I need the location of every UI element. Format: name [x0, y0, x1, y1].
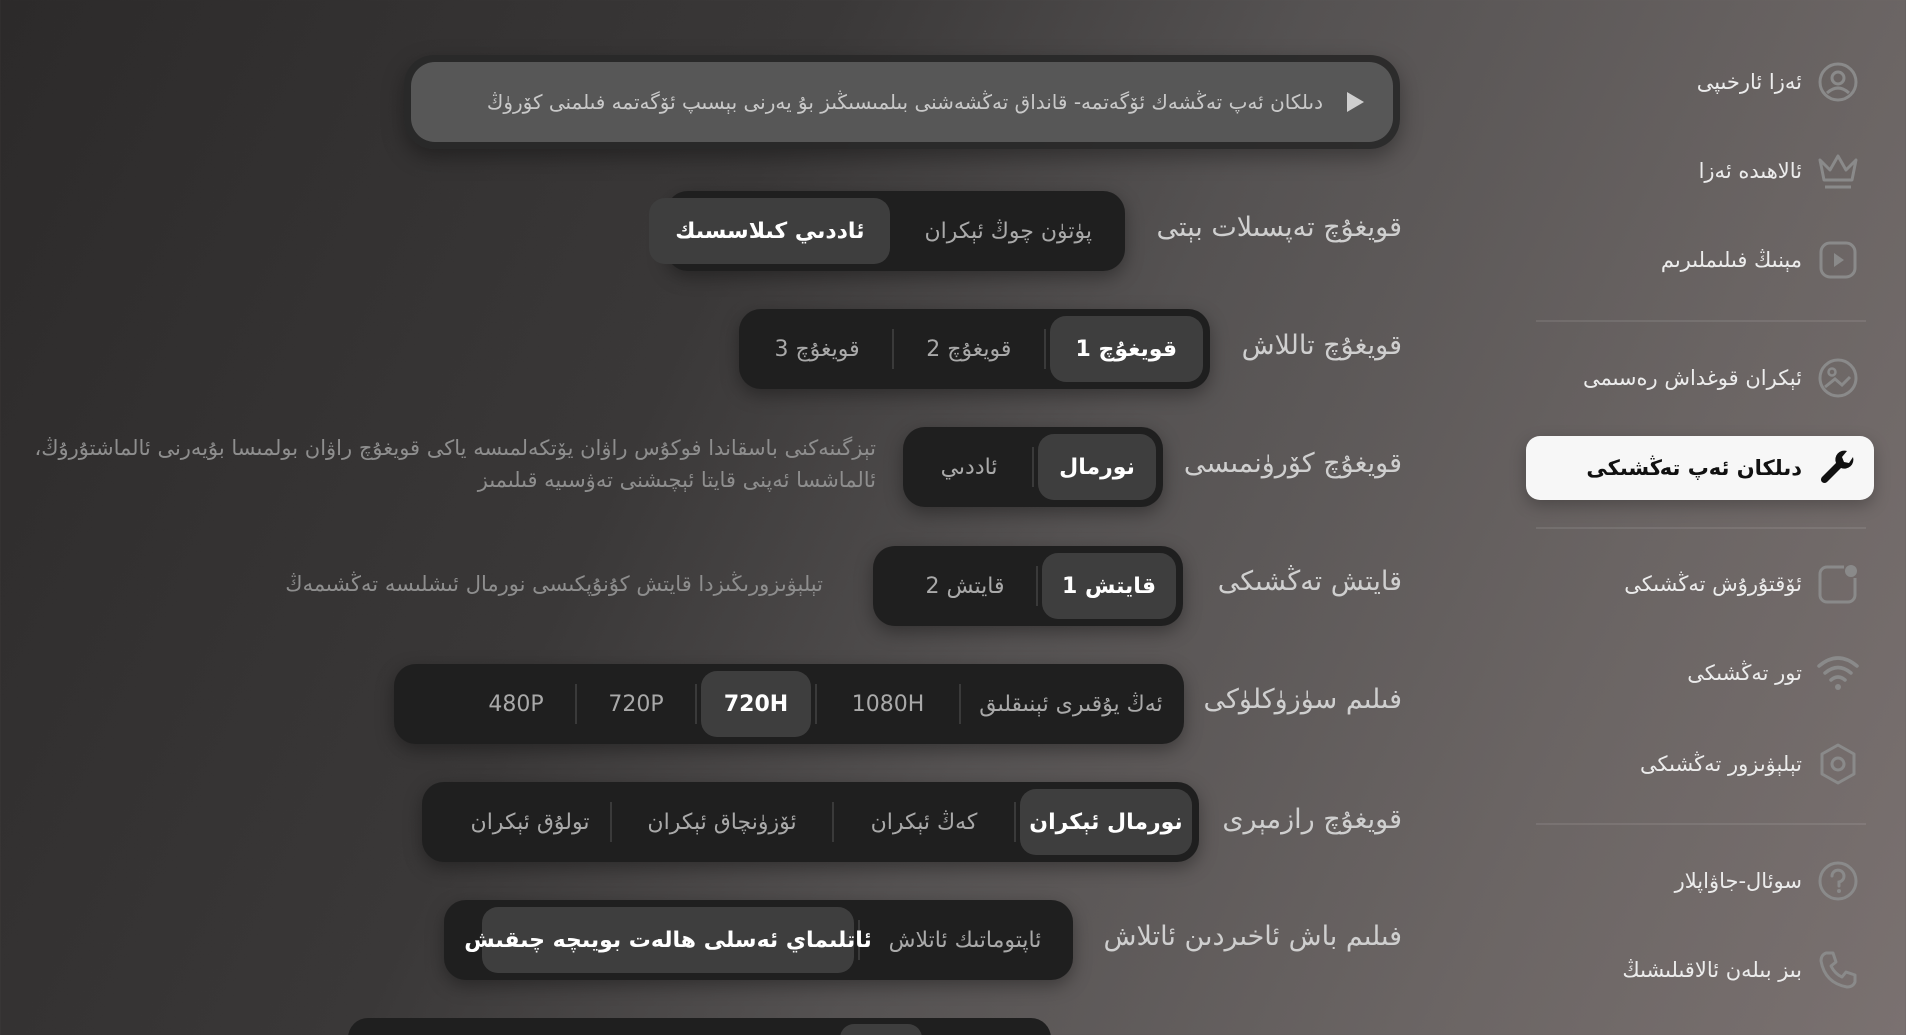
- setting-label-skip-intro-outro: فىلىم باش ئاخىردىن ئاتلاش: [1103, 921, 1402, 952]
- back-settings-hint: تېلېۋىزورىڭىزدا قايتش كۇنۇپكىسى نورمال ئ…: [285, 572, 823, 596]
- option-separator: [892, 329, 894, 369]
- sidebar-item-contact-us[interactable]: بىز بىلەن ئالاقىلىشىڭ: [1526, 938, 1874, 1002]
- segmented-player-select: قويغۇچ 1 قويغۇچ 2 قويغۇچ 3: [739, 309, 1210, 389]
- sidebar-item-label: دىلكان ئەپ تەڭشىكى: [1586, 456, 1802, 480]
- option-separator: [610, 802, 612, 842]
- notification-icon: [1816, 562, 1860, 606]
- player-view-hint-line2: ئالماشسا ئەپنى قايتا ئېچىشنى تەۋسىيە قىل…: [477, 468, 876, 492]
- tutorial-banner-text: دىلكان ئەپ تەڭشەك ئۆگەتمە- قانداق تەڭشەش…: [486, 90, 1323, 114]
- option-long-screen[interactable]: ئۆزۈنچاق ئېكران: [616, 789, 828, 855]
- sidebar-item-label: ئالاھىدە ئەزا: [1698, 159, 1802, 183]
- segmented-player-detail-page: پۈتۈن چوڭ ئېكران ئاددىي كىلاسسىك: [649, 191, 1125, 271]
- question-icon: [1816, 859, 1860, 903]
- sidebar-item-my-movies[interactable]: مېنىڭ فىلىملىرىم: [1526, 228, 1874, 292]
- option-1080h[interactable]: 1080H: [821, 671, 955, 737]
- wifi-icon: [1816, 651, 1860, 695]
- segmented-player-view: نورمال ئاددىي: [903, 427, 1163, 507]
- option-separator: [575, 684, 577, 724]
- sidebar-item-faq[interactable]: سوئال-جاۋاپلار: [1526, 849, 1874, 913]
- play-icon: [1341, 89, 1367, 115]
- setting-label-player-size: قويغۇچ رازمېرى: [1222, 804, 1402, 835]
- play-square-icon: [1816, 238, 1860, 282]
- option-separator: [1043, 329, 1046, 369]
- option-partial-selected[interactable]: [840, 1024, 922, 1035]
- setting-label-video-quality: فىلىم سۈزۈكلۈكى: [1203, 684, 1402, 715]
- user-circle-icon: [1816, 60, 1860, 104]
- option-simple[interactable]: ئاددىي: [910, 434, 1028, 500]
- sidebar-item-network-settings[interactable]: تور تەڭشىكى: [1526, 641, 1874, 705]
- sidebar-item-tv-settings[interactable]: تېلېۋىزور تەڭشىكى: [1526, 732, 1874, 796]
- sidebar-divider: [1536, 527, 1866, 529]
- option-separator: [1014, 802, 1016, 842]
- option-separator: [959, 684, 961, 724]
- option-highest-quality[interactable]: ئەڭ يۇقىرى ئېنىقلىق: [965, 671, 1177, 737]
- sidebar-item-vip[interactable]: ئالاھىدە ئەزا: [1526, 139, 1874, 203]
- crown-icon: [1816, 149, 1860, 193]
- image-icon: [1816, 356, 1860, 400]
- segmented-skip-intro-outro: ئاپتوماتىك ئاتلاش ئاتلىماي ئەسلى ھالەت ب…: [444, 900, 1073, 980]
- option-wide-screen[interactable]: كەڭ ئېكران: [838, 789, 1010, 855]
- sidebar-divider: [1536, 320, 1866, 322]
- setting-label-back-settings: قايتش تەڭشىكى: [1217, 566, 1402, 597]
- sidebar-item-member-profile[interactable]: ئەزا ئارخىپى: [1526, 50, 1874, 114]
- option-480p[interactable]: 480P: [461, 671, 571, 737]
- setting-label-player-view: قويغۇچ كۆرۈنمىسى: [1183, 448, 1402, 479]
- option-back-1[interactable]: قايتش 1: [1042, 553, 1176, 619]
- option-no-skip[interactable]: ئاتلىماي ئەسلى ھالەت بويىچە چىقىش: [464, 907, 872, 973]
- sidebar-item-label: ئەزا ئارخىپى: [1696, 70, 1802, 94]
- option-720h[interactable]: 720H: [701, 671, 811, 737]
- option-720p[interactable]: 720P: [581, 671, 691, 737]
- settings-icon: [1816, 742, 1860, 786]
- option-player-2[interactable]: قويغۇچ 2: [898, 316, 1040, 382]
- player-view-hint-line1: تېزگىنەكنى باسقاندا فوكۇس راۋان يۆتكەلمى…: [34, 436, 876, 460]
- setting-label-player-select: قويغۇچ تاللاش: [1241, 330, 1402, 361]
- segmented-player-size: نورمال ئېكران كەڭ ئېكران ئۆزۈنچاق ئېكران…: [422, 782, 1199, 862]
- segmented-video-quality: ئەڭ يۇقىرى ئېنىقلىق 1080H 720H 720P 480P: [394, 664, 1184, 744]
- setting-label-player-detail-page: قويغۇچ تەپسىلات بېتى: [1156, 212, 1402, 243]
- tutorial-banner-inner: دىلكان ئەپ تەڭشەك ئۆگەتمە- قانداق تەڭشەش…: [411, 62, 1393, 142]
- option-separator: [815, 684, 817, 724]
- sidebar-item-screensaver[interactable]: ئېكران قوغداش رەسىمى: [1526, 346, 1874, 410]
- phone-icon: [1816, 948, 1860, 992]
- sidebar-item-label: ئۆقتۇرۇش تەڭشىكى: [1624, 572, 1802, 596]
- sidebar-item-label: سوئال-جاۋاپلار: [1674, 869, 1802, 893]
- sidebar-item-label: بىز بىلەن ئالاقىلىشىڭ: [1622, 958, 1802, 982]
- option-normal-screen[interactable]: نورمال ئېكران: [1020, 789, 1192, 855]
- option-back-2[interactable]: قايتش 2: [898, 553, 1032, 619]
- sidebar: ئەزا ئارخىپى ئالاھىدە ئەزا مېنىڭ فىلىملى…: [1516, 0, 1906, 1035]
- option-player-3[interactable]: قويغۇچ 3: [746, 316, 888, 382]
- option-separator: [695, 684, 697, 724]
- option-simple-classic[interactable]: ئاددىي كىلاسسىك: [649, 198, 891, 264]
- sidebar-item-notification-settings[interactable]: ئۆقتۇرۇش تەڭشىكى: [1526, 552, 1874, 616]
- sidebar-divider: [1536, 823, 1866, 825]
- option-full-screen[interactable]: پۈتۈن چوڭ ئېكران: [898, 198, 1118, 264]
- segmented-partial-next: [348, 1018, 1051, 1035]
- sidebar-item-app-settings[interactable]: دىلكان ئەپ تەڭشىكى: [1526, 436, 1874, 500]
- segmented-back-settings: قايتش 1 قايتش 2: [873, 546, 1183, 626]
- option-player-1[interactable]: قويغۇچ 1: [1049, 316, 1203, 382]
- sidebar-item-label: تور تەڭشىكى: [1687, 661, 1802, 685]
- sidebar-item-label: ئېكران قوغداش رەسىمى: [1582, 366, 1802, 390]
- option-auto-skip[interactable]: ئاپتوماتىك ئاتلاش: [864, 907, 1066, 973]
- sidebar-item-label: مېنىڭ فىلىملىرىم: [1660, 248, 1802, 272]
- option-normal[interactable]: نورمال: [1038, 434, 1156, 500]
- option-separator: [1032, 447, 1034, 487]
- wrench-icon: [1816, 446, 1860, 490]
- sidebar-item-label: تېلېۋىزور تەڭشىكى: [1640, 752, 1802, 776]
- player-view-hint: تېزگىنەكنى باسقاندا فوكۇس راۋان يۆتكەلمى…: [26, 432, 876, 496]
- tutorial-banner[interactable]: دىلكان ئەپ تەڭشەك ئۆگەتمە- قانداق تەڭشەش…: [404, 55, 1400, 149]
- option-separator: [832, 802, 834, 842]
- option-full-screen-size[interactable]: تولۇق ئېكران: [454, 789, 606, 855]
- option-separator: [1036, 566, 1038, 606]
